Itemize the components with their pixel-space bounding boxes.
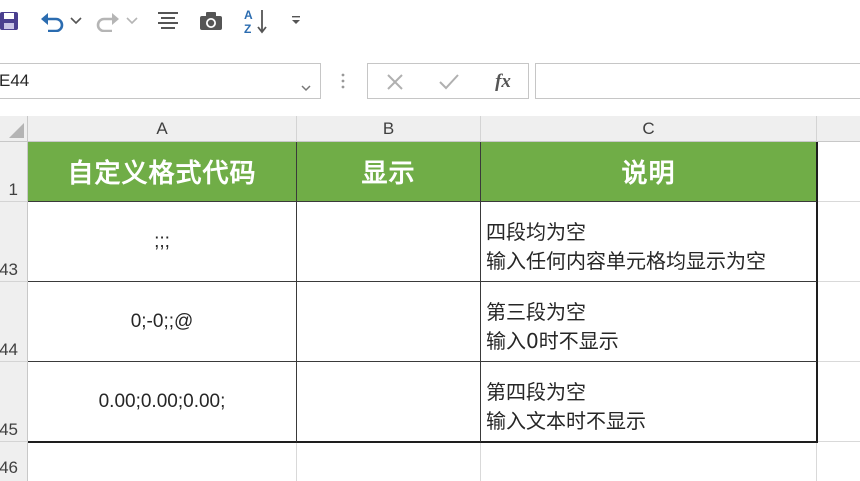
quick-access-toolbar: A Z: [0, 0, 860, 44]
display-cell[interactable]: [297, 282, 481, 362]
sort-label-a: A: [244, 8, 253, 22]
note-line: 输入任何内容单元格均显示为空: [486, 249, 766, 273]
formula-bar-buttons: fx: [367, 63, 529, 99]
column-header-b[interactable]: B: [297, 116, 481, 142]
undo-dropdown-icon[interactable]: [68, 6, 84, 36]
undo-icon: [41, 13, 64, 32]
row-number: 43: [0, 260, 18, 279]
row-header-46[interactable]: 46: [0, 442, 28, 481]
display-cell[interactable]: [297, 362, 481, 443]
fx-icon: fx: [495, 71, 511, 92]
code-cell[interactable]: 0;-0;;@: [28, 282, 297, 362]
insert-function-button[interactable]: fx: [490, 70, 516, 94]
row-header-45[interactable]: 45: [0, 362, 28, 442]
empty-cell[interactable]: [818, 202, 860, 282]
formula-bar-grip-icon[interactable]: [340, 72, 346, 94]
header-cell-code[interactable]: 自定义格式代码: [28, 142, 297, 202]
save-icon[interactable]: [0, 6, 22, 36]
select-all-button[interactable]: [0, 116, 28, 142]
formula-bar: E44 fx: [0, 44, 860, 116]
row-number: 46: [0, 458, 18, 477]
header-cell-display[interactable]: 显示: [297, 142, 481, 202]
undo-button[interactable]: [38, 6, 66, 36]
empty-cell[interactable]: [818, 142, 860, 202]
empty-cell[interactable]: [297, 443, 481, 481]
empty-cell[interactable]: [818, 282, 860, 362]
worksheet-grid: A B C 1 43 44 45 46 自定义格式代码 显示 说明 ;;; 四段…: [0, 116, 860, 481]
row-header-43[interactable]: 43: [0, 202, 28, 282]
note-line: 四段均为空: [486, 220, 586, 244]
name-box-dropdown-icon[interactable]: [301, 77, 311, 96]
row-number: 44: [0, 340, 18, 359]
cancel-entry-button[interactable]: [382, 70, 408, 94]
empty-cell[interactable]: [28, 443, 297, 481]
name-box[interactable]: E44: [0, 63, 321, 99]
header-cell-note[interactable]: 说明: [481, 142, 818, 202]
align-icon[interactable]: [154, 6, 182, 36]
close-icon: [387, 74, 403, 90]
note-line: 第四段为空: [486, 380, 586, 404]
column-header-c[interactable]: C: [481, 116, 817, 142]
row-number: 1: [8, 180, 18, 199]
code-cell[interactable]: ;;;: [28, 202, 297, 282]
name-box-value: E44: [0, 71, 30, 90]
code-cell[interactable]: 0.00;0.00;0.00;: [28, 362, 297, 443]
column-header-a[interactable]: A: [28, 116, 297, 142]
row-number: 45: [0, 420, 18, 439]
row-header-1[interactable]: 1: [0, 142, 28, 202]
note-line: 输入0时不显示: [486, 329, 619, 353]
sort-az-icon[interactable]: A Z: [242, 6, 270, 36]
note-cell[interactable]: 四段均为空 输入任何内容单元格均显示为空: [481, 202, 818, 282]
note-cell[interactable]: 第四段为空 输入文本时不显示: [481, 362, 818, 443]
column-header-d[interactable]: [817, 116, 860, 142]
note-line: 第三段为空: [486, 300, 586, 324]
note-line: 输入文本时不显示: [486, 409, 646, 433]
sort-label-z: Z: [244, 22, 251, 35]
camera-icon[interactable]: [197, 6, 225, 36]
formula-input[interactable]: [535, 63, 860, 99]
note-cell[interactable]: 第三段为空 输入0时不显示: [481, 282, 818, 362]
redo-dropdown-icon[interactable]: [124, 6, 140, 36]
redo-icon: [96, 13, 119, 32]
display-cell[interactable]: [297, 202, 481, 282]
empty-cell[interactable]: [481, 443, 817, 481]
check-icon: [439, 74, 459, 90]
empty-cell[interactable]: [817, 443, 860, 481]
redo-button[interactable]: [94, 6, 122, 36]
confirm-entry-button[interactable]: [436, 70, 462, 94]
customize-toolbar-dropdown-icon[interactable]: [288, 6, 304, 36]
row-header-44[interactable]: 44: [0, 282, 28, 362]
empty-cell[interactable]: [818, 362, 860, 442]
